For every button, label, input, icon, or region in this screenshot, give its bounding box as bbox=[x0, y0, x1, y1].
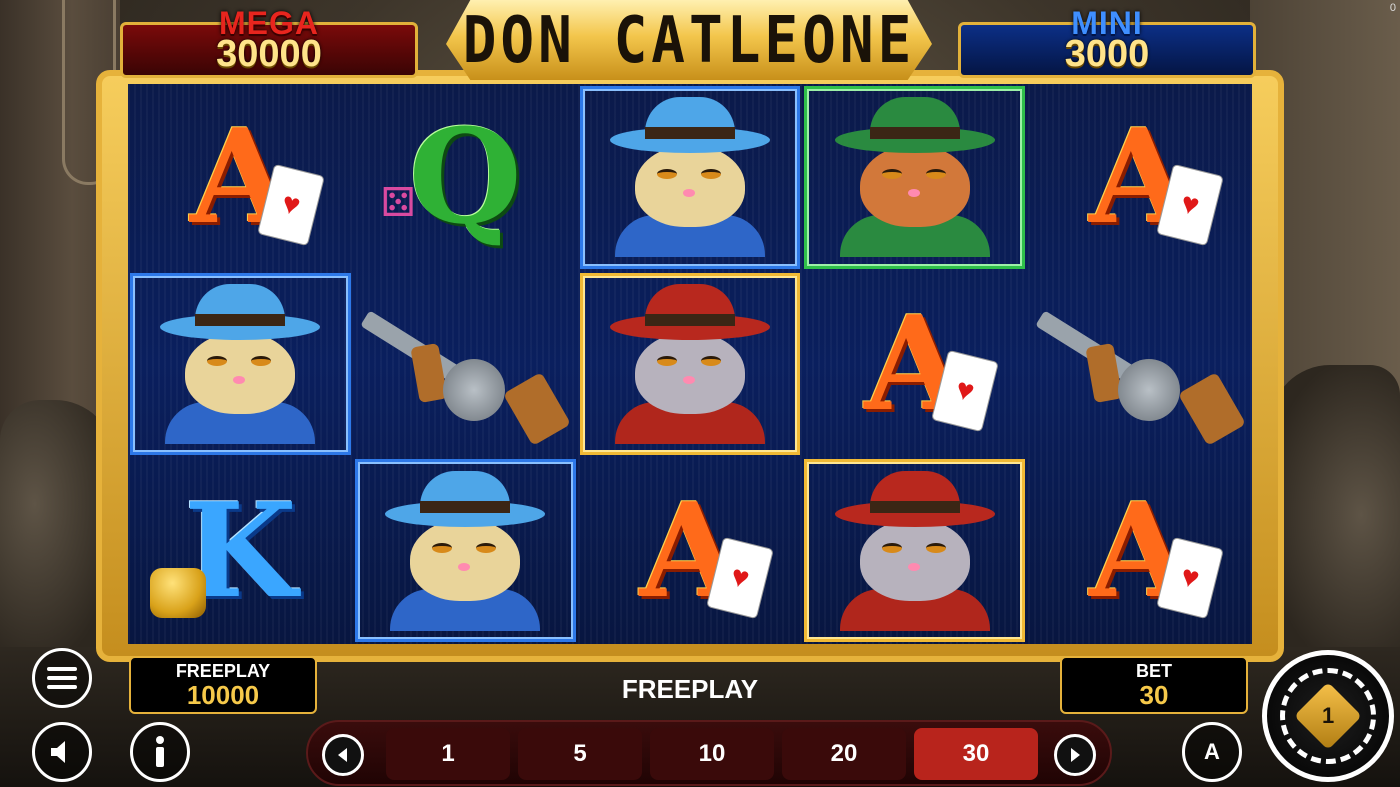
bet-display: BET 30 bbox=[1060, 656, 1248, 714]
spin-logo: 1 bbox=[1294, 682, 1362, 750]
menu-button[interactable] bbox=[32, 648, 92, 708]
bet-value: 30 bbox=[1139, 680, 1169, 710]
spin-button[interactable]: 1 bbox=[1262, 650, 1394, 782]
bet-option-5[interactable]: 5 bbox=[518, 728, 642, 780]
reel-3-row-2 bbox=[579, 272, 801, 456]
symbol-red-cat bbox=[605, 283, 775, 444]
reel-5-row-3: A ♥ bbox=[1027, 457, 1252, 644]
bet-prev-button[interactable] bbox=[322, 734, 364, 776]
reel-5-row-2 bbox=[1027, 271, 1252, 458]
reel-4-row-3 bbox=[804, 459, 1026, 642]
chevron-left-icon bbox=[338, 748, 347, 762]
mega-jackpot: MEGA 30000 bbox=[120, 5, 418, 78]
reel-1-row-1: A ♥ bbox=[128, 84, 353, 271]
info-icon bbox=[156, 736, 164, 767]
mega-jackpot-label: MEGA bbox=[219, 5, 319, 41]
spin-icon: 1 bbox=[1280, 668, 1376, 764]
dice-icon: ⚄ bbox=[380, 181, 416, 225]
bet-options: 1 5 10 20 30 bbox=[386, 728, 1038, 780]
bet-next-button[interactable] bbox=[1054, 734, 1096, 776]
reel-5-row-1: A ♥ bbox=[1027, 84, 1252, 271]
autoplay-button[interactable]: A bbox=[1182, 722, 1242, 782]
status-message: FREEPLAY bbox=[621, 674, 759, 704]
game-title: DON CATLEONE bbox=[462, 2, 916, 78]
car-right bbox=[1270, 365, 1400, 665]
autoplay-icon: A bbox=[1204, 739, 1220, 764]
mini-jackpot: MINI 3000 bbox=[958, 5, 1256, 78]
bet-label: BET bbox=[1136, 661, 1172, 681]
symbol-red-cat bbox=[830, 470, 1000, 631]
symbol-blue-cat bbox=[380, 470, 550, 631]
reel-2-row-2 bbox=[353, 271, 578, 458]
speaker-icon bbox=[51, 741, 65, 763]
reel-1-row-3: K bbox=[128, 457, 353, 644]
bet-option-30[interactable]: 30 bbox=[914, 728, 1038, 780]
symbol-tommy-gun bbox=[1034, 289, 1246, 446]
freeplay-balance: FREEPLAY 10000 bbox=[129, 656, 317, 714]
freeplay-label: FREEPLAY bbox=[175, 661, 271, 681]
mini-jackpot-label: MINI bbox=[1071, 5, 1143, 41]
bet-option-1[interactable]: 1 bbox=[386, 728, 510, 780]
spin-logo-text: 1 bbox=[1321, 703, 1335, 728]
reel-3-row-3: A ♥ bbox=[578, 457, 803, 644]
symbol-q: Q bbox=[408, 100, 522, 254]
bet-selector: 1 5 10 20 30 bbox=[306, 720, 1112, 786]
reel-2-row-1: Q ⚄ bbox=[353, 84, 578, 271]
symbol-blue-cat bbox=[605, 97, 775, 258]
reel-1-row-2 bbox=[130, 272, 351, 456]
reel-grid: A ♥ Q ⚄ A ♥ A ♥ K A ♥ A ♥ bbox=[128, 84, 1252, 644]
gold-coins-icon bbox=[150, 568, 206, 618]
reel-4-row-1 bbox=[804, 86, 1026, 269]
reel-3-row-1 bbox=[579, 86, 801, 269]
bet-option-20[interactable]: 20 bbox=[782, 728, 906, 780]
symbol-blue-cat bbox=[155, 283, 325, 444]
reel-4-row-2: A ♥ bbox=[802, 271, 1027, 458]
reel-2-row-3 bbox=[354, 459, 576, 642]
symbol-tommy-gun bbox=[360, 289, 572, 446]
game-title-plate: DON CATLEONE bbox=[446, 0, 932, 80]
info-button[interactable] bbox=[130, 722, 190, 782]
corner-counter: 0 bbox=[1389, 2, 1396, 14]
symbol-green-cat bbox=[830, 97, 1000, 258]
bet-option-10[interactable]: 10 bbox=[650, 728, 774, 780]
sound-button[interactable] bbox=[32, 722, 92, 782]
chevron-right-icon bbox=[1071, 748, 1080, 762]
menu-icon bbox=[47, 667, 77, 689]
freeplay-value: 10000 bbox=[186, 680, 260, 710]
